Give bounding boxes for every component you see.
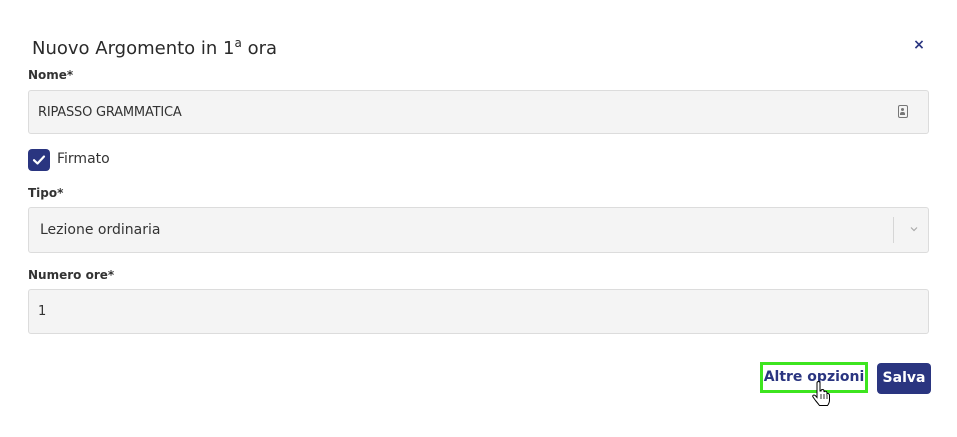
firmato-label: Firmato <box>57 151 110 167</box>
nome-value: RIPASSO GRAMMATICA <box>38 105 182 120</box>
dialog-title: Nuovo Argomento in 1a ora <box>32 36 278 59</box>
numero-ore-value: 1 <box>38 304 47 319</box>
tipo-value: Lezione ordinaria <box>40 222 161 238</box>
select-separator <box>893 217 894 243</box>
numero-ore-label: Numero ore* <box>28 268 115 282</box>
nome-label: Nome* <box>28 68 74 82</box>
dialog-title-superscript: a <box>234 36 242 50</box>
contact-card-icon <box>898 105 908 118</box>
numero-ore-field[interactable]: 1 <box>28 289 929 334</box>
check-icon <box>32 155 46 165</box>
nome-field[interactable]: RIPASSO GRAMMATICA <box>28 90 929 134</box>
tipo-label: Tipo* <box>28 186 64 200</box>
firmato-checkbox[interactable] <box>28 149 50 171</box>
dialog: Nuovo Argomento in 1a ora × Nome* RIPASS… <box>0 0 957 437</box>
close-icon[interactable]: × <box>910 36 928 54</box>
salva-button[interactable]: Salva <box>877 363 931 394</box>
dialog-title-main: Nuovo Argomento in 1 <box>32 38 235 59</box>
hand-pointer-cursor-icon <box>812 381 830 406</box>
dialog-title-tail: ora <box>241 38 278 59</box>
chevron-down-icon[interactable] <box>910 225 918 233</box>
tipo-select[interactable]: Lezione ordinaria <box>28 207 929 253</box>
